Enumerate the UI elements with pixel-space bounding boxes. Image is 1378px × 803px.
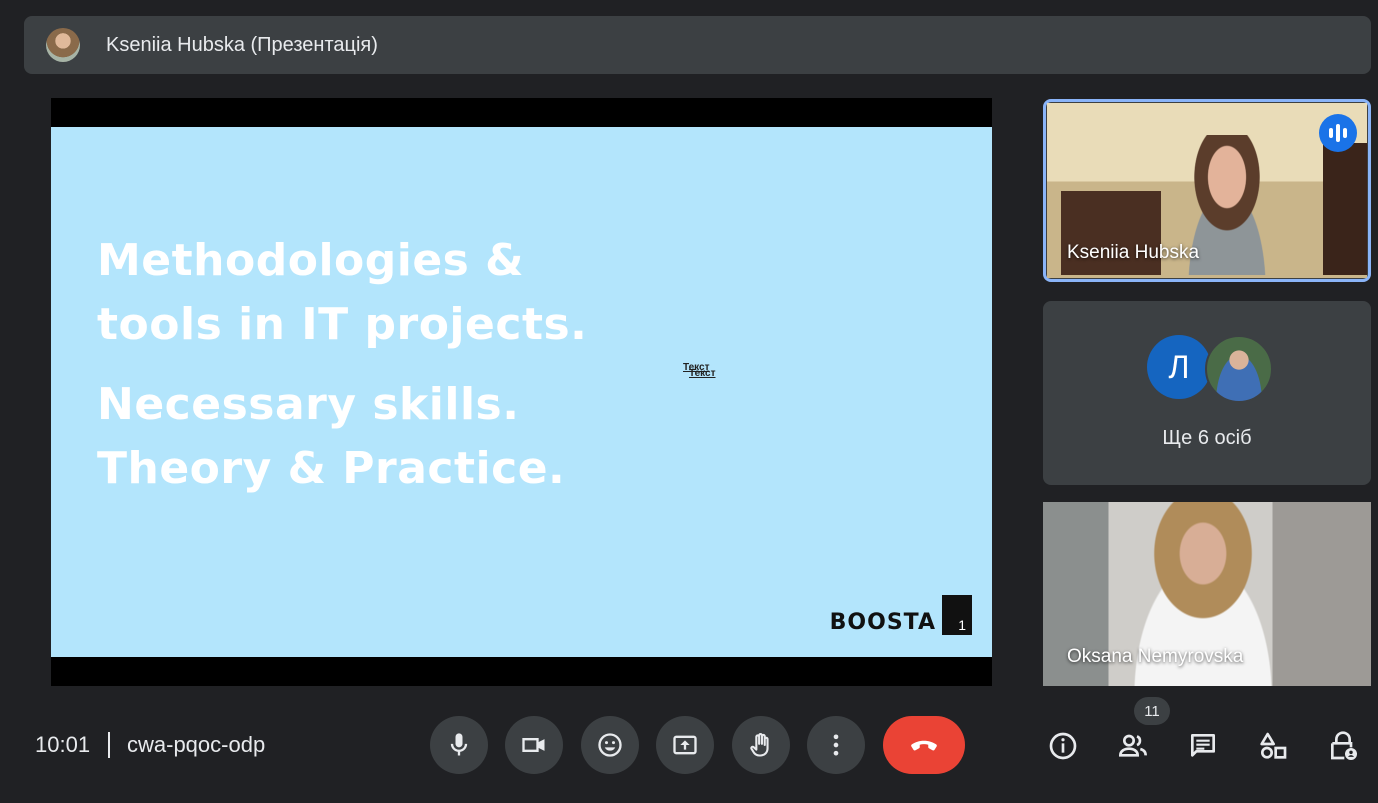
chat-button[interactable]	[1183, 726, 1223, 766]
meeting-details-button[interactable]	[1043, 726, 1083, 766]
leave-call-button[interactable]	[883, 716, 965, 774]
background-door	[1323, 143, 1367, 275]
meeting-time: 10:01	[35, 732, 91, 757]
participant-tile-oksana[interactable]: Oksana Nemyrovska	[1043, 502, 1371, 686]
participant-name: Kseniia Hubska	[1067, 242, 1200, 263]
shapes-icon	[1260, 732, 1287, 759]
info-icon	[1049, 732, 1077, 760]
group-avatars: Л	[1147, 335, 1273, 403]
hand-icon	[750, 733, 769, 757]
participant-tile-kseniia[interactable]: Kseniia Hubska	[1043, 99, 1371, 282]
avatar: Л	[1147, 335, 1211, 399]
presentation-stage[interactable]: Methodologies & tools in IT projects. Ne…	[51, 98, 992, 686]
brand-wordmark: BOOSTA	[829, 610, 936, 635]
more-participants-label: Ще 6 осіб	[1162, 427, 1252, 449]
slide: Methodologies & tools in IT projects. Ne…	[51, 127, 992, 657]
speaking-indicator-icon	[1319, 114, 1357, 152]
control-bar: 10:01 cwa-pqoc-odp 11	[0, 697, 1378, 803]
host-controls-button[interactable]	[1323, 726, 1363, 766]
meeting-code: cwa-pqoc-odp	[127, 732, 266, 757]
present-screen-button[interactable]	[656, 716, 714, 774]
people-icon	[1118, 734, 1147, 757]
slide-title-line-3: Necessary skills.	[97, 379, 520, 430]
people-button[interactable]	[1113, 726, 1153, 766]
divider	[108, 732, 110, 758]
presenter-bar: Kseniia Hubska (Презентація)	[24, 16, 1371, 74]
participant-name: Oksana Nemyrovska	[1067, 646, 1244, 667]
present-screen-icon	[673, 735, 697, 755]
avatar	[1205, 335, 1273, 403]
camera-button[interactable]	[505, 716, 563, 774]
emoji-button[interactable]	[581, 716, 639, 774]
slide-placeholder-text: Текст	[689, 368, 716, 379]
activities-button[interactable]	[1253, 726, 1293, 766]
slide-title-line-2: tools in IT projects.	[97, 299, 588, 350]
presenter-avatar	[46, 28, 80, 62]
microphone-icon	[450, 733, 468, 756]
participant-count-badge: 11	[1134, 697, 1170, 725]
hang-up-icon	[911, 740, 937, 751]
presenter-title: Kseniia Hubska (Презентація)	[106, 33, 378, 56]
emoji-icon	[598, 733, 622, 757]
raise-hand-button[interactable]	[732, 716, 790, 774]
lock-person-icon	[1331, 731, 1357, 760]
brand-logo: BOOSTA 1	[830, 595, 972, 635]
microphone-button[interactable]	[430, 716, 488, 774]
slide-title-line-1: Methodologies &	[97, 235, 525, 286]
chat-icon	[1191, 734, 1215, 757]
participant-group-tile[interactable]: Л Ще 6 осіб	[1043, 301, 1371, 485]
slide-title-line-4: Theory & Practice.	[97, 443, 566, 494]
slide-page-number: 1	[942, 595, 972, 635]
camera-icon	[522, 738, 545, 752]
more-options-button[interactable]	[807, 716, 865, 774]
more-vert-icon	[833, 734, 839, 756]
